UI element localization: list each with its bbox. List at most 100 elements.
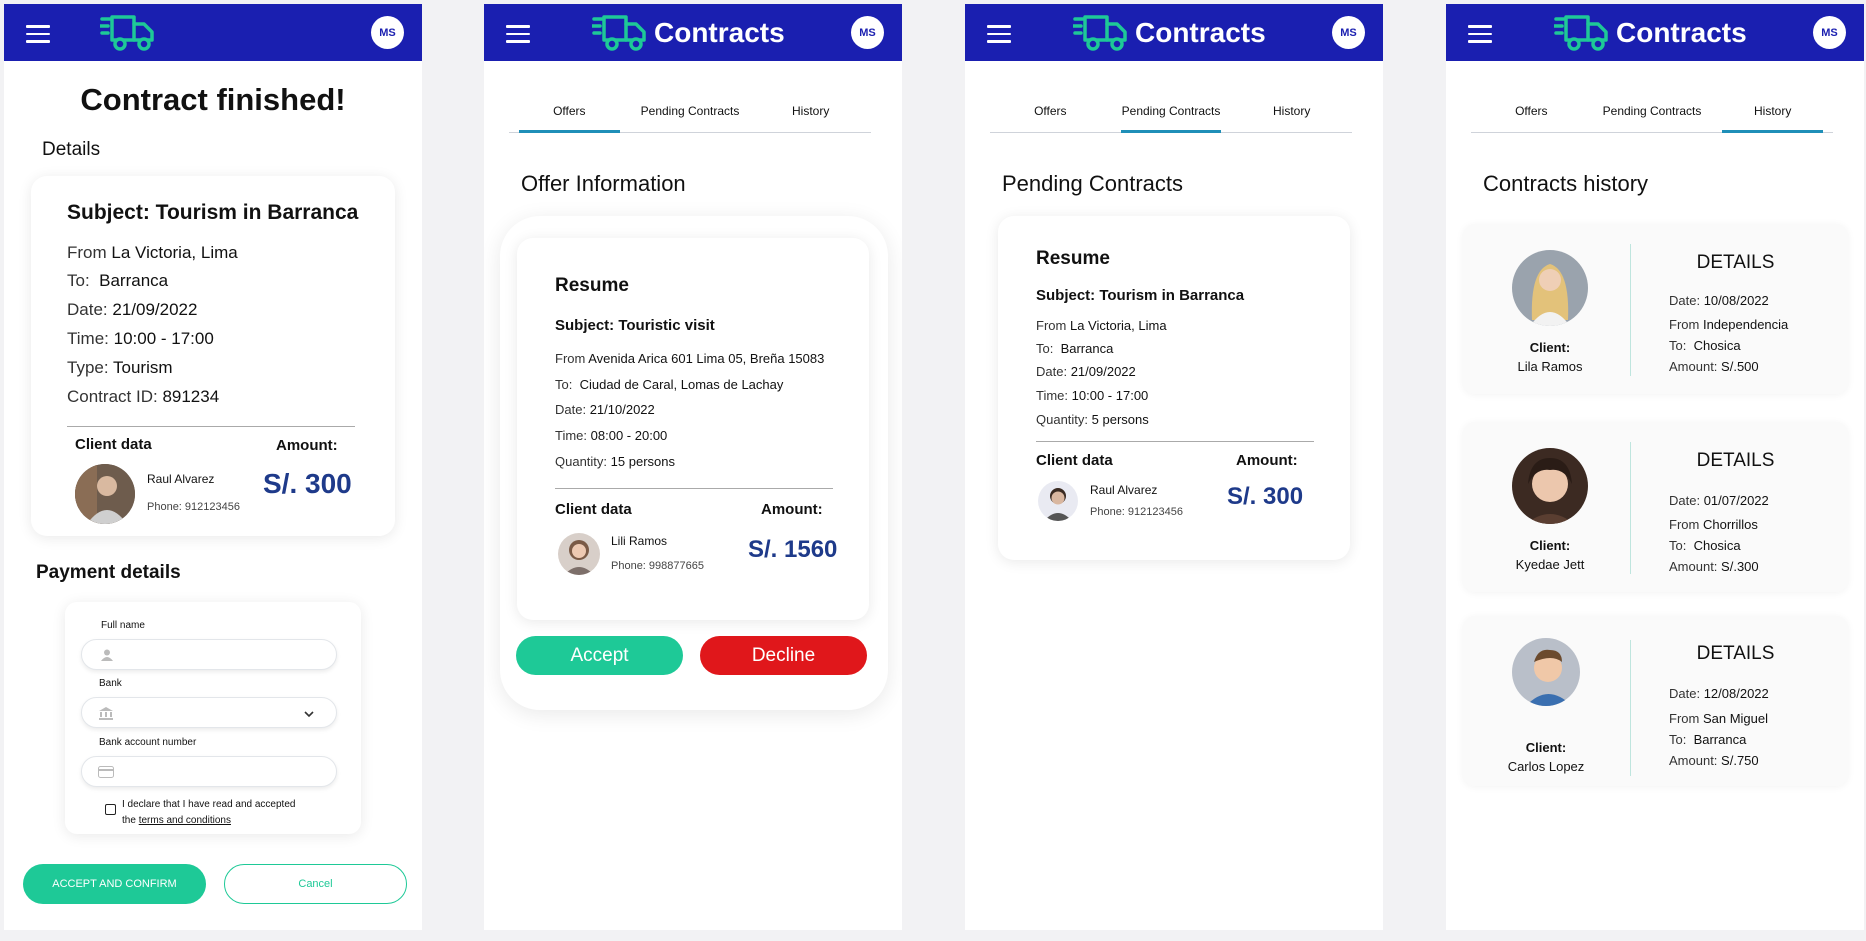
from-label: From [1669,711,1700,726]
quantity-row: Quantity: 5 persons [1036,412,1149,427]
from-label: From [1669,517,1700,532]
date-row: Date: 21/10/2022 [555,402,655,417]
from-label: From [1036,318,1067,333]
details-heading: DETAILS [1696,252,1775,273]
client-avatar [1512,250,1588,326]
time-row: Time: 08:00 - 20:00 [555,428,667,443]
client-avatar [75,464,135,524]
date-row: Date: 21/09/2022 [67,300,197,320]
tab-history[interactable]: History [1231,94,1352,132]
terms-checkbox[interactable] [105,804,116,815]
brand-logo: Contracts [1554,13,1747,53]
tab-offers[interactable]: Offers [509,94,630,133]
delivery-truck-icon [1073,15,1127,51]
to-value: Chosica [1693,538,1741,553]
account-input[interactable] [81,756,337,787]
history-item[interactable]: Client: Lila Ramos DETAILS Date: 10/08/2… [1463,224,1848,394]
from-value: La Victoria, Lima [111,243,238,262]
accept-confirm-button[interactable]: ACCEPT AND CONFIRM [23,864,206,904]
amount-row: Amount: S/.300 [1669,559,1759,574]
history-item[interactable]: Client: Kyedae Jett DETAILS Date: 01/07/… [1463,422,1848,592]
payment-form-card: Full name Bank Bank account number I dec… [65,602,361,834]
amount-label: Amount: [1669,359,1718,374]
hamburger-icon[interactable] [26,25,50,43]
app-bar: Contracts MS [484,4,902,61]
bank-select[interactable] [81,697,337,728]
date-label: Date: [1669,293,1701,308]
chevron-down-icon[interactable] [304,710,314,718]
terms-link[interactable]: terms and conditions [139,815,231,826]
type-row: Type: Tourism [67,358,173,378]
divider [1630,442,1631,574]
from-label: From [1669,317,1700,332]
user-avatar[interactable]: MS [1813,16,1846,49]
to-label: To: [1669,338,1687,353]
hamburger-icon[interactable] [1468,25,1492,43]
amount-label: Amount: [1236,452,1298,469]
user-avatar[interactable]: MS [1332,16,1365,49]
fullname-label: Full name [101,620,145,631]
client-data-label: Client data [75,436,152,453]
divider [1630,244,1631,376]
time-row: Time: 10:00 - 17:00 [1036,388,1148,403]
time-label: Time: [555,428,588,443]
to-label: To: [555,377,573,392]
hamburger-icon[interactable] [506,25,530,43]
tab-pending-contracts[interactable]: Pending Contracts [630,94,751,132]
client-name: Lila Ramos [1517,359,1583,374]
tab-bar: Offers Pending Contracts History [509,94,871,133]
app-title: Contracts [654,17,785,48]
to-value: Barranca [1693,732,1747,747]
tab-history[interactable]: History [1712,94,1833,133]
from-value: Chorrillos [1702,517,1758,532]
date-value: 12/08/2022 [1703,686,1769,701]
from-value: San Miguel [1702,711,1769,726]
tab-history[interactable]: History [750,94,871,132]
to-label: To: [1669,538,1687,553]
from-row: From San Miguel [1669,711,1768,726]
from-value: Avenida Arica 601 Lima 05, Breña 15083 [588,351,825,366]
from-row: From La Victoria, Lima [67,243,238,263]
client-label: Client: [1529,340,1571,355]
to-row: To: Barranca [1669,732,1746,747]
decline-button[interactable]: Decline [700,636,867,675]
pending-contract-card[interactable]: Resume Subject: Tourism in Barranca From… [998,216,1350,560]
date-label: Date: [1669,493,1701,508]
offer-resume-card: Resume Subject: Touristic visit From Ave… [517,238,869,620]
subject: Subject: Tourism in Barranca [1036,287,1245,304]
hamburger-icon[interactable] [987,25,1011,43]
to-value: Barranca [99,271,169,290]
app-title: Contracts [1616,17,1747,48]
accept-button[interactable]: Accept [516,636,683,675]
resume-heading: Resume [1036,248,1110,269]
screen-history: Contracts MS Offers Pending Contracts Hi… [1446,4,1864,930]
terms-prefix: I declare that I have read and accepted [122,799,296,810]
client-data-label: Client data [1036,452,1113,469]
date-label: Date: [1036,364,1068,379]
date-label: Date: [555,402,587,417]
amount-label: Amount: [276,437,338,454]
from-value: La Victoria, Lima [1069,318,1167,333]
date-row: Date: 10/08/2022 [1669,293,1769,308]
user-avatar[interactable]: MS [371,16,404,49]
contract-id-label: Contract ID: [67,387,158,406]
fullname-input[interactable] [81,639,337,670]
screen-pending-contracts: Contracts MS Offers Pending Contracts Hi… [965,4,1383,930]
time-value: 08:00 - 20:00 [590,428,668,443]
to-value: Barranca [1060,341,1114,356]
date-row: Date: 01/07/2022 [1669,493,1769,508]
tab-bar: Offers Pending Contracts History [1471,94,1833,133]
delivery-truck-icon [100,15,154,51]
tab-offers[interactable]: Offers [990,94,1111,132]
screen-offers: Contracts MS Offers Pending Contracts Hi… [484,4,902,930]
user-avatar[interactable]: MS [851,16,884,49]
tab-pending-contracts[interactable]: Pending Contracts [1592,94,1713,132]
history-item[interactable]: Client: Carlos Lopez DETAILS Date: 12/08… [1463,616,1848,786]
cancel-button[interactable]: Cancel [224,864,407,904]
date-value: 01/07/2022 [1703,493,1769,508]
tab-offers[interactable]: Offers [1471,94,1592,132]
date-value: 10/08/2022 [1703,293,1769,308]
section-heading: Offer Information [521,171,686,196]
section-heading: Pending Contracts [1002,171,1183,196]
tab-pending-contracts[interactable]: Pending Contracts [1111,94,1232,133]
